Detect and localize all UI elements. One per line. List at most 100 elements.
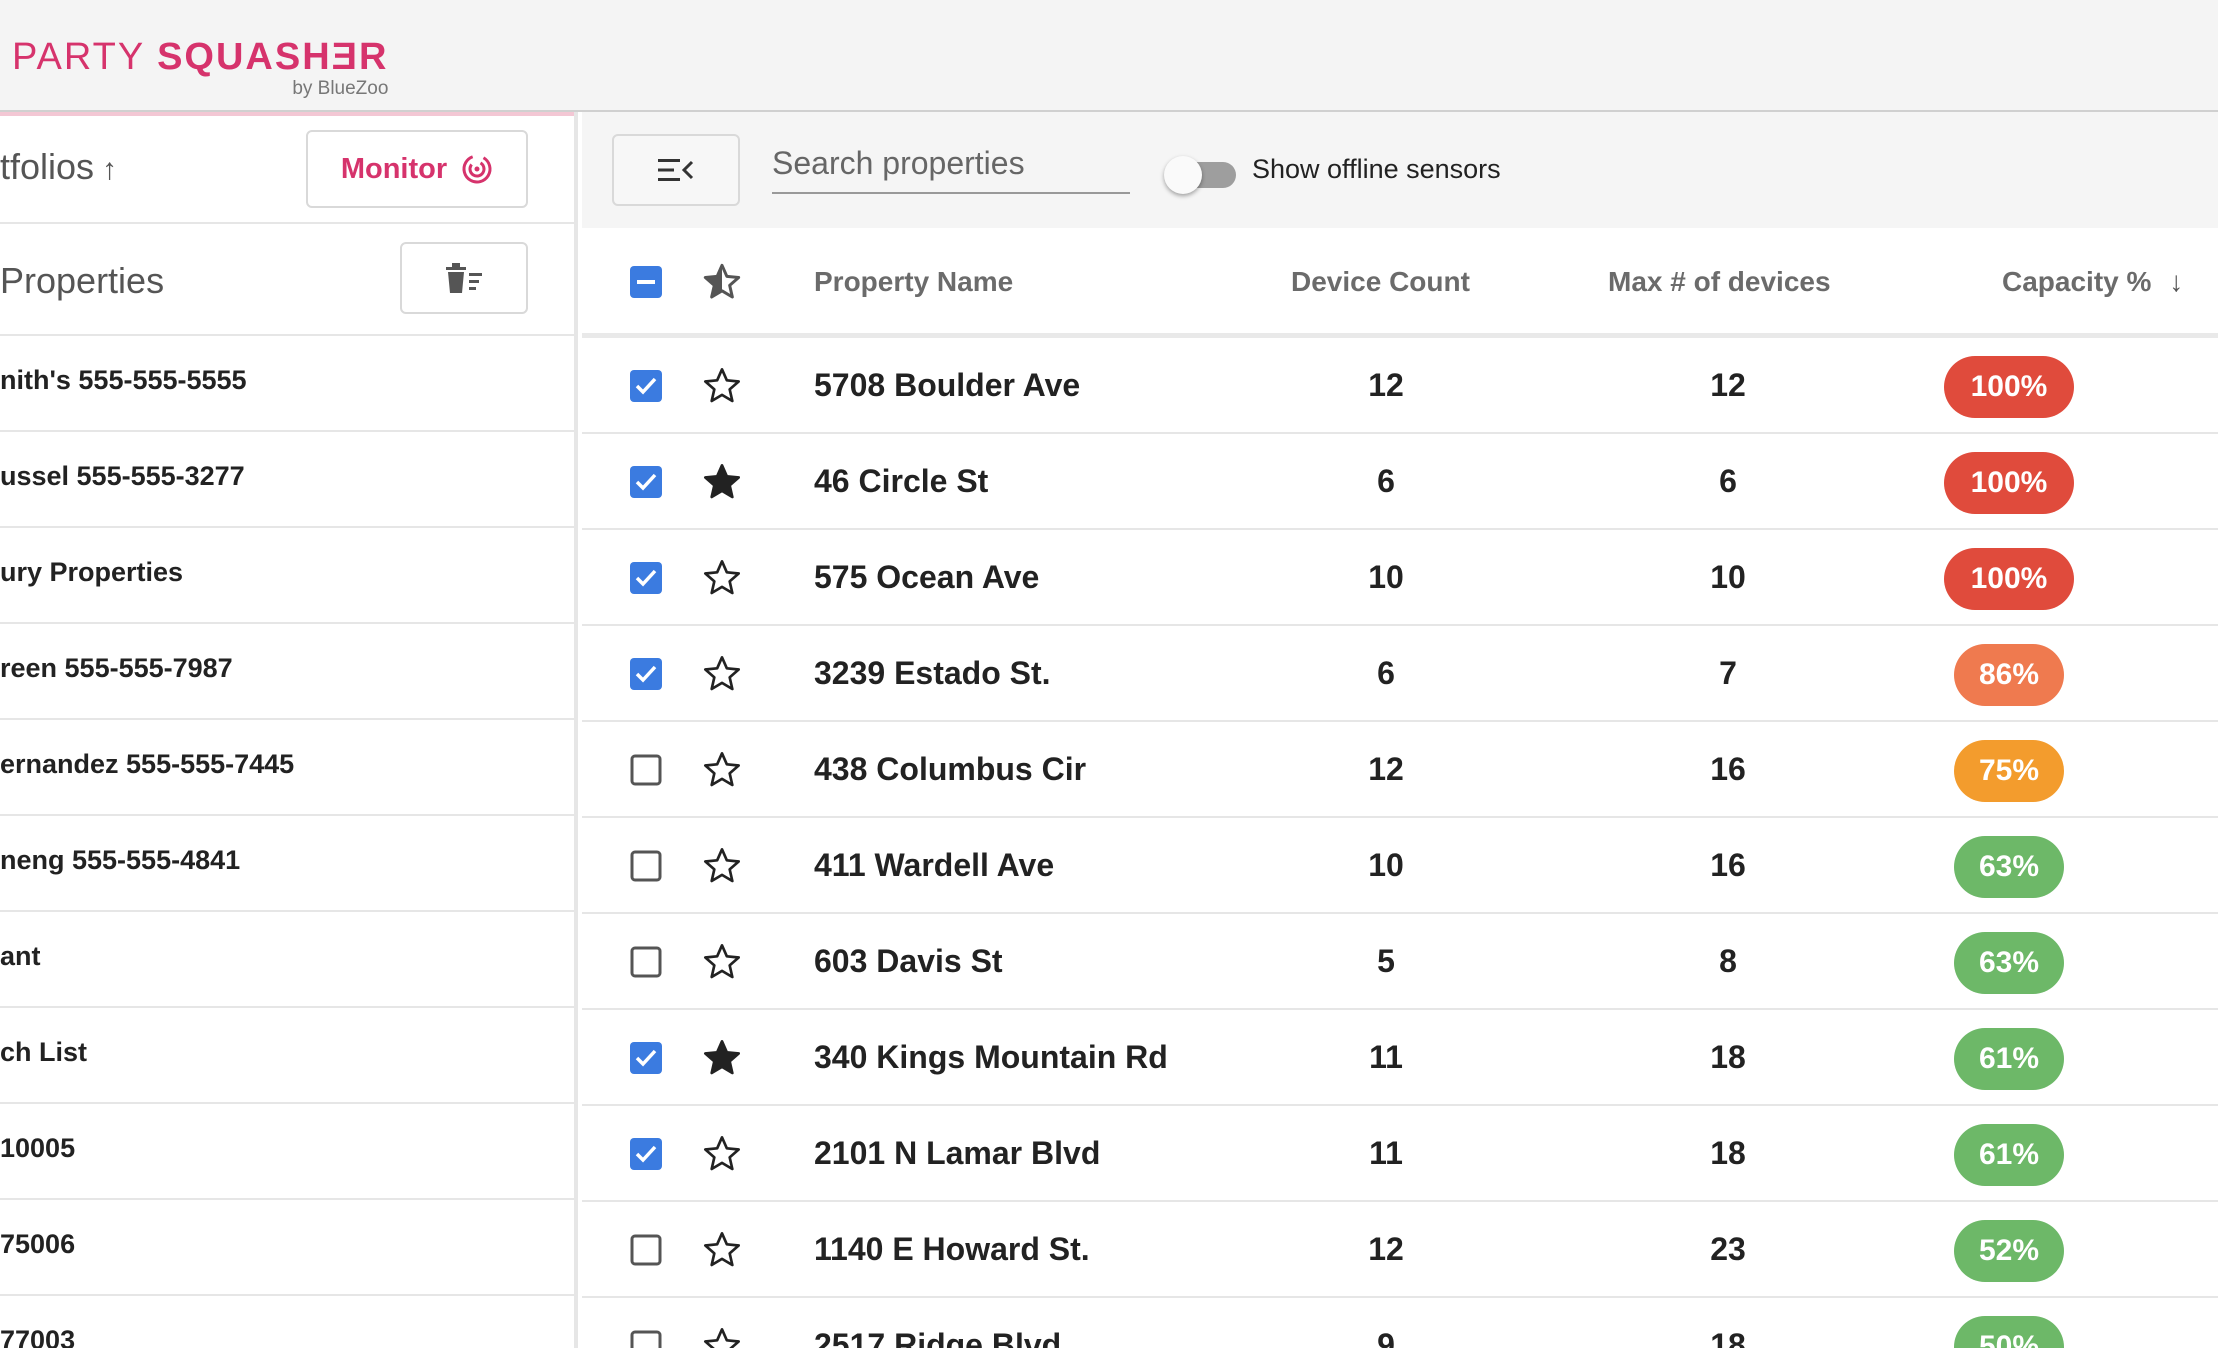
- row-checkbox[interactable]: [630, 1138, 662, 1170]
- star-outline-icon[interactable]: [702, 558, 742, 598]
- table-row[interactable]: 5708 Boulder Ave 12 12 100%: [582, 338, 2218, 434]
- properties-title: Properties: [0, 260, 165, 301]
- max-devices: 10: [1710, 558, 1746, 595]
- table-row[interactable]: 46 Circle St 6 6 100%: [582, 434, 2218, 530]
- property-name[interactable]: 46 Circle St: [814, 434, 988, 528]
- sidebar: tfolios ↑ Monitor Properties nith's 555-5…: [0, 112, 578, 1348]
- select-all-checkbox[interactable]: [630, 266, 662, 298]
- star-outline-icon[interactable]: [702, 846, 742, 886]
- sidebar-list-item[interactable]: ury Properties: [0, 528, 574, 624]
- sidebar-list-item[interactable]: reen 555-555-7987: [0, 624, 574, 720]
- property-name[interactable]: 340 Kings Mountain Rd: [814, 1010, 1168, 1104]
- row-checkbox[interactable]: [630, 562, 662, 594]
- sidebar-list-item[interactable]: ussel 555-555-3277: [0, 432, 574, 528]
- sidebar-list-item[interactable]: 10005: [0, 1104, 574, 1200]
- properties-header: Properties: [0, 224, 574, 336]
- device-count: 11: [1369, 1038, 1403, 1075]
- table-row[interactable]: 575 Ocean Ave 10 10 100%: [582, 530, 2218, 626]
- row-checkbox[interactable]: [630, 658, 662, 690]
- table-header: Property Name Device Count Max # of devi…: [582, 228, 2218, 338]
- column-header-property-name[interactable]: Property Name: [814, 266, 1013, 298]
- property-name[interactable]: 2517 Ridge Blvd: [814, 1298, 1061, 1348]
- row-checkbox[interactable]: [630, 466, 662, 498]
- capacity-badge: 63%: [1954, 932, 2064, 994]
- property-name[interactable]: 438 Columbus Cir: [814, 722, 1086, 816]
- column-header-capacity[interactable]: Capacity % ↓: [2002, 266, 2183, 298]
- sort-down-icon: ↓: [2169, 266, 2184, 297]
- capacity-badge: 52%: [1954, 1220, 2064, 1282]
- monitor-button[interactable]: Monitor: [306, 130, 528, 208]
- table-row[interactable]: 438 Columbus Cir 12 16 75%: [582, 722, 2218, 818]
- table-row[interactable]: 3239 Estado St. 6 7 86%: [582, 626, 2218, 722]
- row-checkbox[interactable]: [630, 370, 662, 402]
- table-row[interactable]: 340 Kings Mountain Rd 11 18 61%: [582, 1010, 2218, 1106]
- portfolios-sort-header[interactable]: tfolios ↑: [0, 146, 117, 188]
- row-checkbox[interactable]: [630, 1234, 662, 1266]
- device-count: 9: [1377, 1326, 1395, 1348]
- delete-list-button[interactable]: [400, 242, 528, 314]
- max-devices: 8: [1719, 942, 1737, 979]
- offline-sensors-label: Show offline sensors: [1252, 154, 1501, 184]
- device-count: 12: [1368, 1230, 1404, 1267]
- property-name[interactable]: 5708 Boulder Ave: [814, 338, 1080, 432]
- logo-word-squasher: SQUASHƎR: [157, 36, 389, 78]
- row-checkbox[interactable]: [630, 946, 662, 978]
- property-name[interactable]: 2101 N Lamar Blvd: [814, 1106, 1100, 1200]
- property-name[interactable]: 575 Ocean Ave: [814, 530, 1039, 624]
- sidebar-list-item[interactable]: ch List: [0, 1008, 574, 1104]
- device-count: 6: [1377, 654, 1395, 691]
- sidebar-list-item[interactable]: 77003: [0, 1296, 574, 1348]
- logo-wordmark: PARTY SQUASHƎR: [12, 36, 388, 79]
- device-count: 5: [1377, 942, 1395, 979]
- table-row[interactable]: 1140 E Howard St. 12 23 52%: [582, 1202, 2218, 1298]
- property-name[interactable]: 603 Davis St: [814, 914, 1003, 1008]
- toggle-thumb: [1164, 156, 1202, 194]
- table-row[interactable]: 2101 N Lamar Blvd 11 18 61%: [582, 1106, 2218, 1202]
- property-name[interactable]: 1140 E Howard St.: [814, 1202, 1090, 1296]
- table-row[interactable]: 603 Davis St 5 8 63%: [582, 914, 2218, 1010]
- row-checkbox[interactable]: [630, 1042, 662, 1074]
- capacity-badge: 100%: [1944, 548, 2074, 610]
- star-outline-icon[interactable]: [702, 366, 742, 406]
- star-outline-icon[interactable]: [702, 1134, 742, 1174]
- device-count: 6: [1377, 462, 1395, 499]
- sidebar-list-item[interactable]: nith's 555-555-5555: [0, 336, 574, 432]
- capacity-badge: 100%: [1944, 452, 2074, 514]
- row-checkbox[interactable]: [630, 850, 662, 882]
- property-list: nith's 555-555-5555 ussel 555-555-3277 ury…: [0, 336, 574, 1348]
- capacity-badge: 75%: [1954, 740, 2064, 802]
- search-input[interactable]: [772, 142, 1130, 194]
- table-row[interactable]: 411 Wardell Ave 10 16 63%: [582, 818, 2218, 914]
- star-filled-icon[interactable]: [702, 1038, 742, 1078]
- max-devices: 23: [1710, 1230, 1746, 1267]
- sidebar-list-item[interactable]: neng 555-555-4841: [0, 816, 574, 912]
- collapse-sidebar-button[interactable]: [612, 134, 740, 206]
- row-checkbox[interactable]: [630, 754, 662, 786]
- row-checkbox[interactable]: [630, 1330, 662, 1348]
- portfolios-title: tfolios: [0, 146, 95, 187]
- capacity-badge: 100%: [1944, 356, 2074, 418]
- device-count: 10: [1368, 558, 1404, 595]
- star-filter-icon[interactable]: [702, 262, 742, 302]
- sidebar-list-item[interactable]: ernandez 555-555-7445: [0, 720, 574, 816]
- sidebar-list-item[interactable]: ant: [0, 912, 574, 1008]
- column-header-device-count[interactable]: Device Count: [1291, 266, 1470, 298]
- star-outline-icon[interactable]: [702, 654, 742, 694]
- max-devices: 7: [1719, 654, 1737, 691]
- toolbar: Show offline sensors: [582, 112, 2218, 228]
- star-outline-icon[interactable]: [702, 750, 742, 790]
- offline-sensors-toggle[interactable]: [1164, 154, 1238, 194]
- table-row[interactable]: 2517 Ridge Blvd 9 18 50%: [582, 1298, 2218, 1348]
- sidebar-list-item[interactable]: 75006: [0, 1200, 574, 1296]
- column-header-max-devices[interactable]: Max # of devices: [1608, 266, 1831, 298]
- star-outline-icon[interactable]: [702, 942, 742, 982]
- star-outline-icon[interactable]: [702, 1326, 742, 1348]
- device-count: 11: [1369, 1134, 1403, 1171]
- star-filled-icon[interactable]: [702, 462, 742, 502]
- app-logo[interactable]: PARTY SQUASHƎR by BlueZoo: [12, 36, 388, 99]
- property-name[interactable]: 3239 Estado St.: [814, 626, 1051, 720]
- logo-word-party: PARTY: [12, 36, 158, 78]
- star-outline-icon[interactable]: [702, 1230, 742, 1270]
- property-name[interactable]: 411 Wardell Ave: [814, 818, 1054, 912]
- max-devices: 18: [1710, 1038, 1746, 1075]
